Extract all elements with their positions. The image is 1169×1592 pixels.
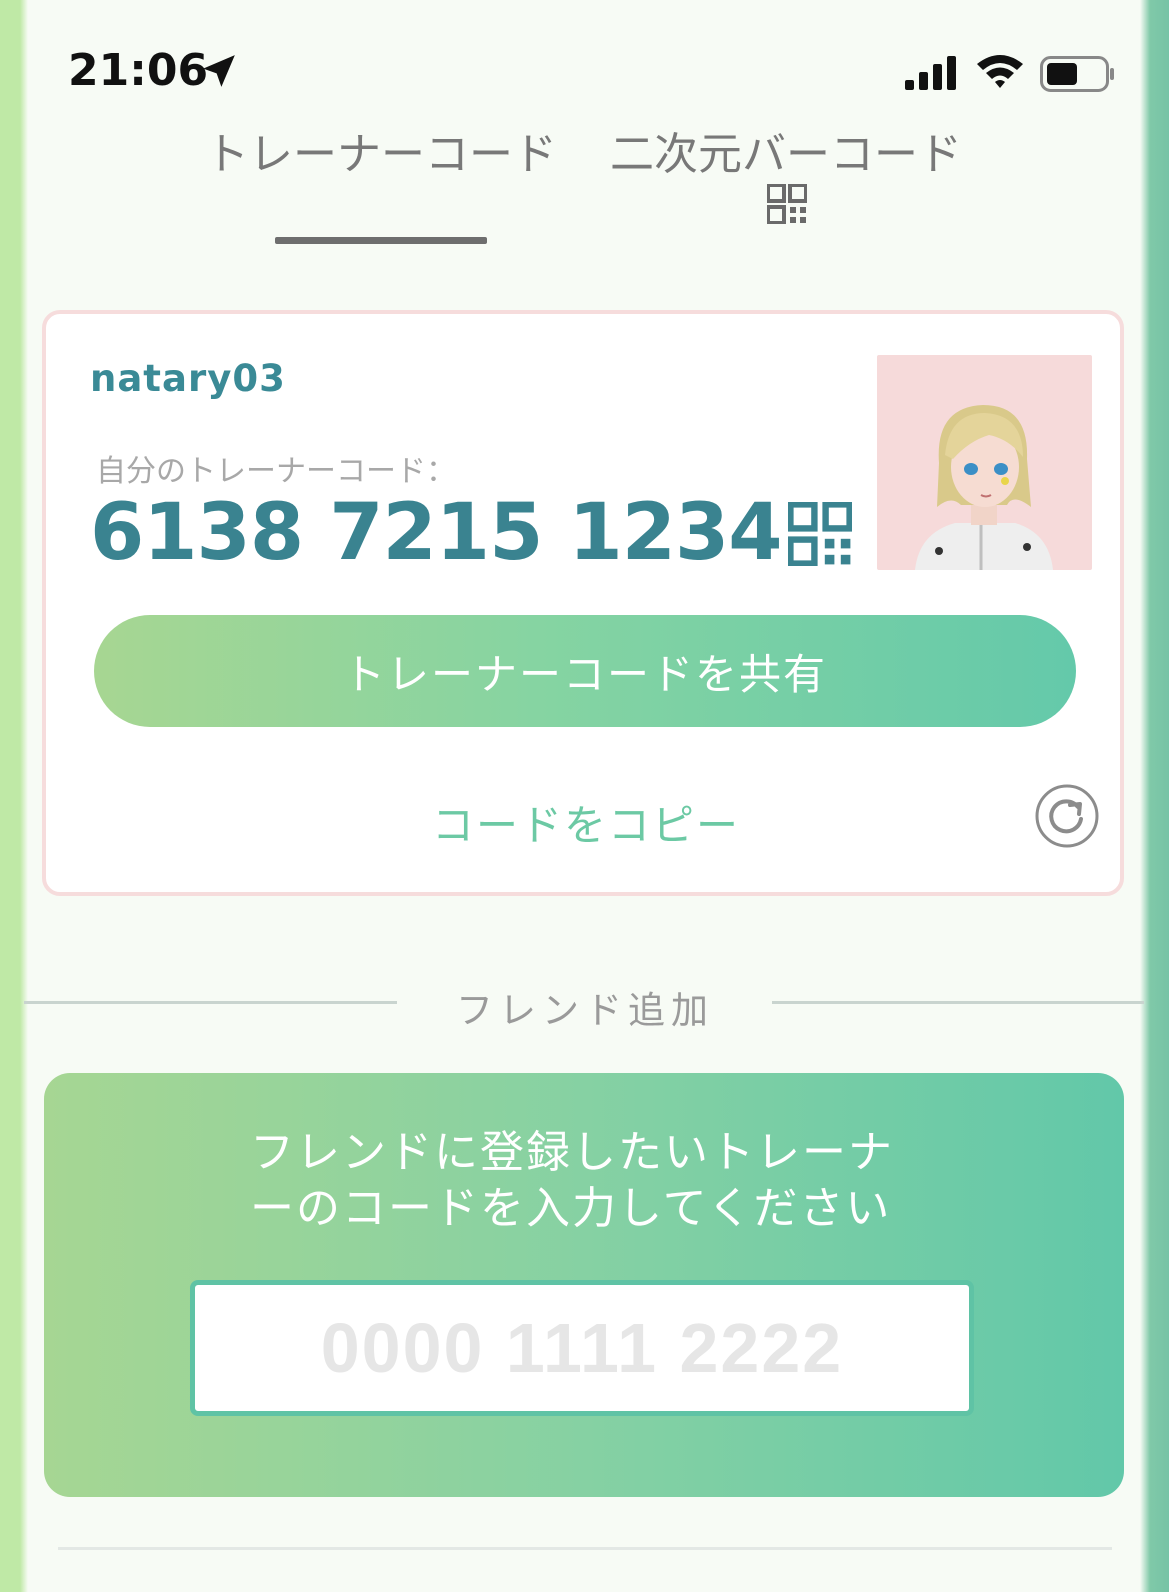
divider-line (24, 1001, 397, 1004)
status-time: 21:06 (68, 45, 209, 96)
copy-code-link[interactable]: コードをコピー (432, 792, 740, 853)
qr-code-icon[interactable] (788, 502, 852, 566)
location-arrow-icon (203, 55, 235, 87)
share-button-label: トレーナーコードを共有 (342, 649, 827, 699)
friend-code-instruction: フレンドに登録したいトレーナーのコードを入力してください (250, 1127, 894, 1234)
share-trainer-code-button[interactable]: トレーナーコードを共有 (94, 615, 1076, 727)
battery-icon (1040, 56, 1114, 92)
refresh-icon[interactable] (1034, 783, 1100, 849)
signal-bars-icon (905, 56, 956, 90)
active-tab-indicator (275, 237, 487, 244)
divider-line (58, 1547, 1112, 1550)
wifi-icon (977, 55, 1023, 88)
friend-code-input[interactable] (190, 1280, 974, 1416)
qr-code-icon[interactable] (767, 184, 807, 224)
trainer-username: natary03 (90, 357, 286, 400)
tab-qr-code[interactable]: 二次元バーコード (610, 118, 962, 182)
divider-line (772, 1001, 1144, 1004)
tab-trainer-code[interactable]: トレーナーコード (205, 118, 557, 182)
trainer-avatar (877, 355, 1092, 570)
trainer-code-value: 6138 7215 1234 (90, 488, 783, 578)
friend-add-heading: フレンド追加 (456, 989, 714, 1032)
trainer-code-label: 自分のトレーナーコード： (96, 454, 456, 489)
avatar-figure (915, 405, 1053, 570)
